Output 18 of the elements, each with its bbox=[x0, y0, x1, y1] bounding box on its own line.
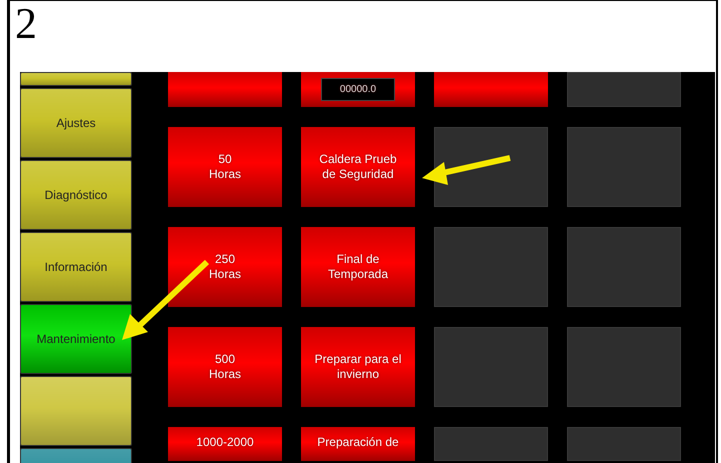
counter-display: 00000.0 bbox=[320, 78, 396, 101]
maintenance-tile[interactable] bbox=[434, 72, 548, 107]
maintenance-tile[interactable]: Final de Temporada bbox=[301, 227, 415, 307]
sidebar-item[interactable] bbox=[20, 72, 132, 86]
maintenance-tile[interactable]: Preparación de bbox=[301, 427, 415, 461]
maintenance-tile[interactable]: Caldera Prueb de Seguridad bbox=[301, 127, 415, 207]
maintenance-tile[interactable]: 50 Horas bbox=[168, 127, 282, 207]
sidebar-item[interactable]: Información bbox=[20, 232, 132, 302]
sidebar-item[interactable]: Ajustes bbox=[20, 88, 132, 158]
figure-number: 2 bbox=[15, 1, 37, 47]
maintenance-tile[interactable]: 500 Horas bbox=[168, 327, 282, 407]
maintenance-tile[interactable]: 1000-2000 bbox=[168, 427, 282, 461]
maintenance-tile[interactable] bbox=[168, 72, 282, 107]
sidebar-item[interactable] bbox=[20, 376, 132, 446]
sidebar-item[interactable]: Mantenimiento bbox=[20, 304, 132, 374]
maintenance-tile[interactable]: 250 Horas bbox=[168, 227, 282, 307]
maintenance-tile[interactable]: Preparar para el invierno bbox=[301, 327, 415, 407]
sidebar-item[interactable]: Diagnóstico bbox=[20, 160, 132, 230]
